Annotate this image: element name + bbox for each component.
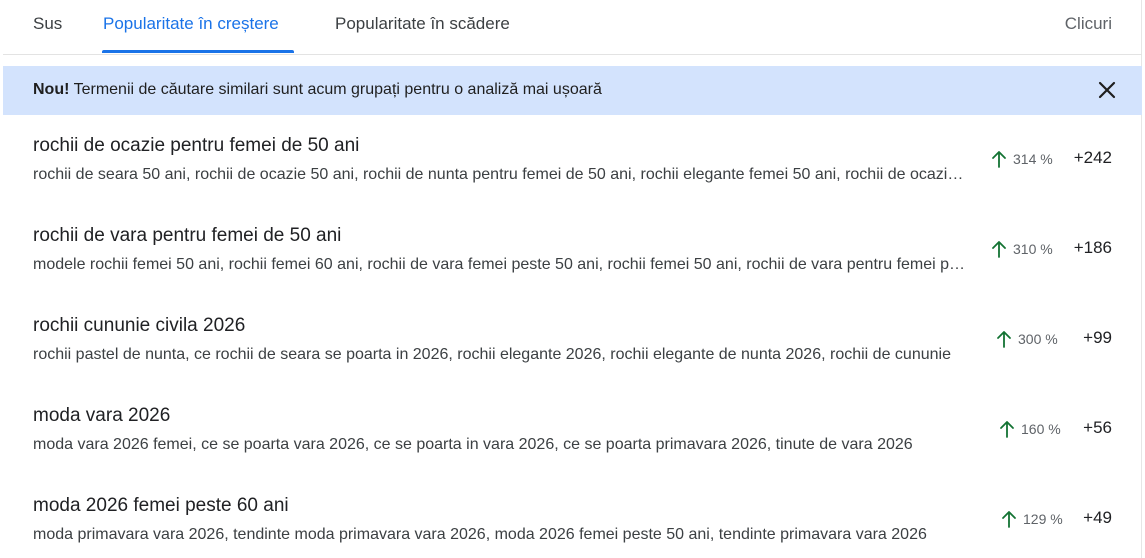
banner-new-label: Nou!: [33, 81, 70, 98]
tab-top[interactable]: Sus: [33, 14, 62, 34]
trend-indicator: 160 %: [999, 420, 1061, 438]
trend-percent: 314 %: [1013, 151, 1053, 167]
trend-percent: 160 %: [1021, 421, 1061, 437]
arrow-up-icon: [1002, 511, 1016, 528]
query-related-terms: rochii pastel de nunta, ce rochii de sea…: [33, 346, 951, 363]
query-title: rochii de ocazie pentru femei de 50 ani: [33, 135, 360, 156]
arrow-up-icon: [997, 331, 1011, 348]
clicks-value: +242: [1073, 148, 1112, 167]
trend-indicator: 300 %: [996, 330, 1058, 348]
arrow-up-icon: [992, 151, 1006, 168]
trend-percent: 129 %: [1023, 511, 1063, 527]
query-title: moda 2026 femei peste 60 ani: [33, 495, 289, 516]
query-row[interactable]: moda 2026 femei peste 60 ani moda primava…: [3, 495, 1142, 558]
query-title: rochii de vara pentru femei de 50 ani: [33, 225, 342, 246]
arrow-up-icon: [992, 241, 1006, 258]
trend-indicator: 314 %: [991, 150, 1053, 168]
query-row[interactable]: moda vara 2026 moda vara 2026 femei, ce s…: [3, 405, 1142, 495]
banner-message: Nou! Termenii de căutare similari sunt a…: [33, 81, 602, 99]
tab-bar: Sus Popularitate în creștere Popularitat…: [3, 0, 1142, 55]
trends-panel: Sus Popularitate în creștere Popularitat…: [3, 0, 1142, 558]
query-row[interactable]: rochii de vara pentru femei de 50 ani mod…: [3, 225, 1142, 315]
clicks-value: +49: [1083, 508, 1112, 527]
trend-indicator: 129 %: [1001, 510, 1063, 528]
query-row[interactable]: rochii de ocazie pentru femei de 50 ani r…: [3, 135, 1142, 225]
query-row[interactable]: rochii cununie civila 2026 rochii pastel …: [3, 315, 1142, 405]
clicks-value: +99: [1083, 328, 1112, 347]
query-title: moda vara 2026: [33, 405, 171, 426]
query-title: rochii cununie civila 2026: [33, 315, 246, 336]
query-related-terms: moda vara 2026 femei, ce se poarta vara …: [33, 436, 913, 453]
active-tab-indicator: [102, 50, 294, 53]
query-related-terms: moda primavara vara 2026, tendinte moda …: [33, 526, 927, 543]
query-related-terms: modele rochii femei 50 ani, rochii femei…: [33, 256, 968, 273]
close-banner-button[interactable]: [1095, 78, 1119, 102]
tab-rising[interactable]: Popularitate în creștere: [103, 14, 279, 34]
close-icon: [1098, 81, 1116, 99]
trend-percent: 310 %: [1013, 241, 1053, 257]
clicks-value: +56: [1083, 418, 1112, 437]
clicks-column-header[interactable]: Clicuri: [1065, 14, 1112, 34]
trend-indicator: 310 %: [991, 240, 1053, 258]
info-banner: Nou! Termenii de căutare similari sunt a…: [3, 66, 1142, 115]
banner-text: Termenii de căutare similari sunt acum g…: [69, 81, 602, 98]
arrow-up-icon: [1000, 421, 1014, 438]
tab-falling[interactable]: Popularitate în scădere: [335, 14, 510, 34]
clicks-value: +186: [1073, 238, 1112, 257]
trend-percent: 300 %: [1018, 331, 1058, 347]
query-related-terms: rochii de seara 50 ani, rochii de ocazie…: [33, 166, 968, 183]
